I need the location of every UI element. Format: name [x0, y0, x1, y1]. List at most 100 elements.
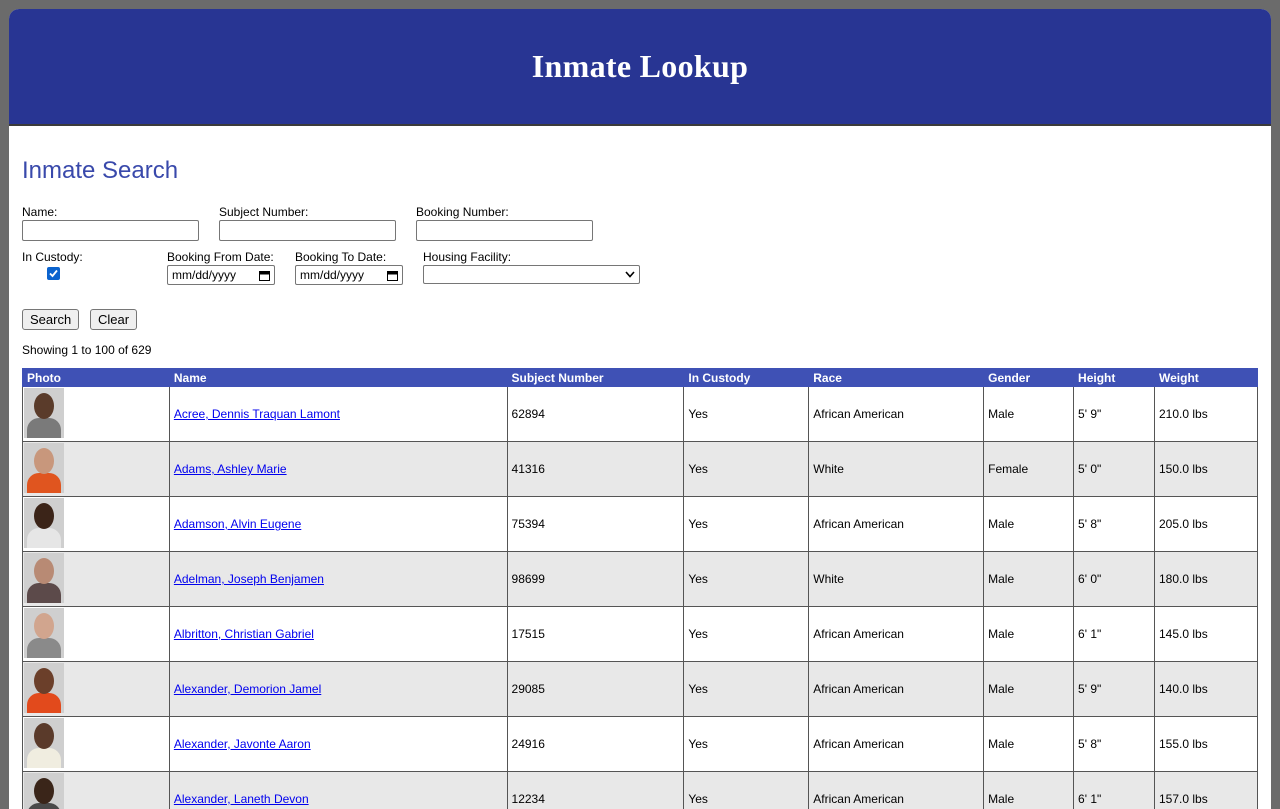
chevron-down-icon	[625, 271, 635, 278]
inmate-name-link[interactable]: Alexander, Laneth Devon	[174, 792, 309, 806]
race-cell: African American	[809, 772, 984, 809]
page-frame: Inmate Lookup Inmate Search Name: Subjec…	[9, 9, 1271, 809]
photo-body	[27, 583, 61, 603]
inmate-name-link[interactable]: Alexander, Javonte Aaron	[174, 737, 311, 751]
height-cell: 6' 0"	[1074, 552, 1155, 607]
table-row: Adelman, Joseph Benjamen98699YesWhiteMal…	[23, 552, 1258, 607]
photo-cell	[23, 442, 170, 497]
name-cell: Adamson, Alvin Eugene	[169, 497, 507, 552]
photo-face	[34, 448, 54, 474]
in-custody-cell: Yes	[684, 772, 809, 809]
search-title: Inmate Search	[22, 157, 178, 185]
table-row: Acree, Dennis Traquan Lamont62894YesAfri…	[23, 387, 1258, 442]
photo-cell	[23, 662, 170, 717]
inmate-photo	[24, 608, 64, 658]
name-cell: Albritton, Christian Gabriel	[169, 607, 507, 662]
column-header[interactable]: Weight	[1155, 369, 1258, 387]
booking-to-date-input[interactable]: mm/dd/yyyy	[295, 265, 403, 285]
column-header[interactable]: Height	[1074, 369, 1155, 387]
column-header[interactable]: Subject Number	[507, 369, 684, 387]
clear-button[interactable]: Clear	[90, 309, 137, 330]
race-cell: White	[809, 552, 984, 607]
race-cell: African American	[809, 607, 984, 662]
inmate-name-link[interactable]: Albritton, Christian Gabriel	[174, 627, 314, 641]
name-input[interactable]	[22, 220, 199, 241]
in-custody-cell: Yes	[684, 497, 809, 552]
column-header[interactable]: Photo	[23, 369, 170, 387]
inmate-name-link[interactable]: Acree, Dennis Traquan Lamont	[174, 407, 340, 421]
height-cell: 5' 8"	[1074, 497, 1155, 552]
inmate-photo	[24, 553, 64, 603]
in-custody-cell: Yes	[684, 662, 809, 717]
weight-cell: 205.0 lbs	[1155, 497, 1258, 552]
subject-number-input[interactable]	[219, 220, 396, 241]
photo-face	[34, 723, 54, 749]
photo-body	[27, 693, 61, 713]
subject-number-cell: 17515	[507, 607, 684, 662]
search-button[interactable]: Search	[22, 309, 79, 330]
column-header[interactable]: Race	[809, 369, 984, 387]
race-cell: African American	[809, 662, 984, 717]
inmate-photo	[24, 773, 64, 809]
photo-cell	[23, 717, 170, 772]
table-row: Albritton, Christian Gabriel17515YesAfri…	[23, 607, 1258, 662]
booking-from-date-input[interactable]: mm/dd/yyyy	[167, 265, 275, 285]
date-placeholder: mm/dd/yyyy	[300, 268, 364, 282]
name-field: Name:	[22, 205, 199, 241]
site-title: Inmate Lookup	[532, 48, 748, 85]
photo-body	[27, 473, 61, 493]
booking-number-input[interactable]	[416, 220, 593, 241]
name-cell: Alexander, Demorion Jamel	[169, 662, 507, 717]
gender-cell: Male	[984, 497, 1074, 552]
race-cell: African American	[809, 387, 984, 442]
inmate-photo	[24, 718, 64, 768]
gender-cell: Male	[984, 387, 1074, 442]
photo-face	[34, 668, 54, 694]
inmate-name-link[interactable]: Adamson, Alvin Eugene	[174, 517, 301, 531]
inmate-photo	[24, 443, 64, 493]
housing-facility-select[interactable]	[423, 265, 640, 284]
subject-number-cell: 41316	[507, 442, 684, 497]
height-cell: 6' 1"	[1074, 772, 1155, 809]
gender-cell: Female	[984, 442, 1074, 497]
weight-cell: 150.0 lbs	[1155, 442, 1258, 497]
gender-cell: Male	[984, 717, 1074, 772]
in-custody-cell: Yes	[684, 717, 809, 772]
inmate-photo	[24, 388, 64, 438]
column-header[interactable]: In Custody	[684, 369, 809, 387]
calendar-icon[interactable]	[387, 270, 398, 281]
photo-face	[34, 393, 54, 419]
date-placeholder: mm/dd/yyyy	[172, 268, 236, 282]
column-header[interactable]: Name	[169, 369, 507, 387]
photo-body	[27, 638, 61, 658]
in-custody-checkbox[interactable]	[47, 267, 60, 280]
inmate-photo	[24, 663, 64, 713]
inmate-name-link[interactable]: Adelman, Joseph Benjamen	[174, 572, 324, 586]
gender-cell: Male	[984, 552, 1074, 607]
in-custody-cell: Yes	[684, 387, 809, 442]
inmate-name-link[interactable]: Adams, Ashley Marie	[174, 462, 287, 476]
weight-cell: 155.0 lbs	[1155, 717, 1258, 772]
in-custody-cell: Yes	[684, 552, 809, 607]
housing-field: Housing Facility:	[423, 250, 640, 284]
table-row: Alexander, Demorion Jamel29085YesAfrican…	[23, 662, 1258, 717]
race-cell: African American	[809, 717, 984, 772]
photo-body	[27, 418, 61, 438]
gender-cell: Male	[984, 662, 1074, 717]
photo-cell	[23, 497, 170, 552]
photo-body	[27, 528, 61, 548]
booking-label: Booking Number:	[416, 205, 593, 220]
photo-face	[34, 613, 54, 639]
subject-number-cell: 24916	[507, 717, 684, 772]
in-custody-cell: Yes	[684, 442, 809, 497]
race-cell: White	[809, 442, 984, 497]
name-cell: Acree, Dennis Traquan Lamont	[169, 387, 507, 442]
height-cell: 5' 8"	[1074, 717, 1155, 772]
photo-cell	[23, 552, 170, 607]
column-header[interactable]: Gender	[984, 369, 1074, 387]
table-row: Adams, Ashley Marie41316YesWhiteFemale5'…	[23, 442, 1258, 497]
from-date-label: Booking From Date:	[167, 250, 275, 265]
calendar-icon[interactable]	[259, 270, 270, 281]
inmate-name-link[interactable]: Alexander, Demorion Jamel	[174, 682, 321, 696]
to-date-field: Booking To Date: mm/dd/yyyy	[295, 250, 403, 285]
